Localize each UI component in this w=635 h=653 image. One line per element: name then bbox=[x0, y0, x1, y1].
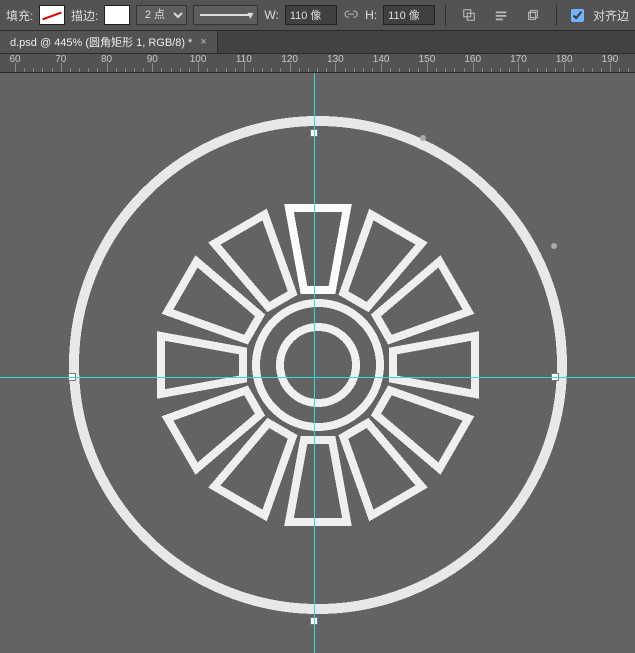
ruler-label: 100 bbox=[190, 54, 207, 65]
options-bar: 填充: 描边: 2 点 ▾ W: H: 对齐边 bbox=[0, 0, 635, 31]
width-input[interactable] bbox=[285, 5, 337, 25]
vertical-guide[interactable] bbox=[314, 73, 315, 653]
horizontal-ruler[interactable]: 60 70 80 90 100 110 120 130 140 150 160 170 180 190 bbox=[0, 53, 635, 73]
stroke-line-preview bbox=[200, 14, 252, 16]
ruler-label: 190 bbox=[602, 54, 619, 65]
ruler-label: 130 bbox=[327, 54, 344, 65]
horizontal-guide[interactable] bbox=[0, 377, 635, 378]
ruler-label: 110 bbox=[236, 54, 252, 65]
height-label: H: bbox=[365, 8, 377, 22]
ruler-label: 170 bbox=[510, 54, 527, 65]
rotate-handle[interactable] bbox=[420, 135, 426, 141]
ruler-label: 120 bbox=[281, 54, 298, 65]
ruler-label: 70 bbox=[55, 54, 66, 65]
rotate-handle[interactable] bbox=[551, 243, 557, 249]
fill-swatch[interactable] bbox=[39, 5, 65, 25]
stroke-style-dropdown[interactable]: ▾ bbox=[193, 5, 259, 25]
document-tab-title: d.psd @ 445% (圆角矩形 1, RGB/8) * bbox=[10, 34, 192, 50]
path-operations-button[interactable] bbox=[456, 4, 482, 26]
chevron-down-icon: ▾ bbox=[245, 8, 255, 22]
ruler-label: 180 bbox=[556, 54, 573, 65]
document-tab[interactable]: d.psd @ 445% (圆角矩形 1, RGB/8) * × bbox=[0, 31, 218, 53]
stroke-width-select[interactable]: 2 点 bbox=[136, 5, 187, 25]
divider bbox=[445, 4, 446, 26]
path-alignment-button[interactable] bbox=[488, 4, 514, 26]
document-tab-row: d.psd @ 445% (圆角矩形 1, RGB/8) * × bbox=[0, 31, 635, 53]
ruler-label: 90 bbox=[147, 54, 158, 65]
align-edges-checkbox[interactable] bbox=[571, 9, 584, 22]
height-input[interactable] bbox=[383, 5, 435, 25]
canvas[interactable] bbox=[0, 73, 635, 653]
link-wh-icon[interactable] bbox=[343, 6, 359, 24]
ruler-label: 150 bbox=[419, 54, 436, 65]
ruler-label: 140 bbox=[373, 54, 390, 65]
stroke-swatch[interactable] bbox=[104, 5, 130, 25]
width-label: W: bbox=[264, 8, 278, 22]
path-arrangement-button[interactable] bbox=[520, 4, 546, 26]
ruler-label: 80 bbox=[101, 54, 112, 65]
ruler-label: 60 bbox=[9, 54, 20, 65]
close-tab-icon[interactable]: × bbox=[200, 36, 206, 48]
divider bbox=[556, 4, 557, 26]
fill-label: 填充: bbox=[6, 7, 33, 24]
stroke-label: 描边: bbox=[71, 7, 98, 24]
align-edges-label: 对齐边 bbox=[593, 7, 629, 24]
ruler-label: 160 bbox=[464, 54, 481, 65]
artwork-shape[interactable] bbox=[55, 102, 581, 628]
